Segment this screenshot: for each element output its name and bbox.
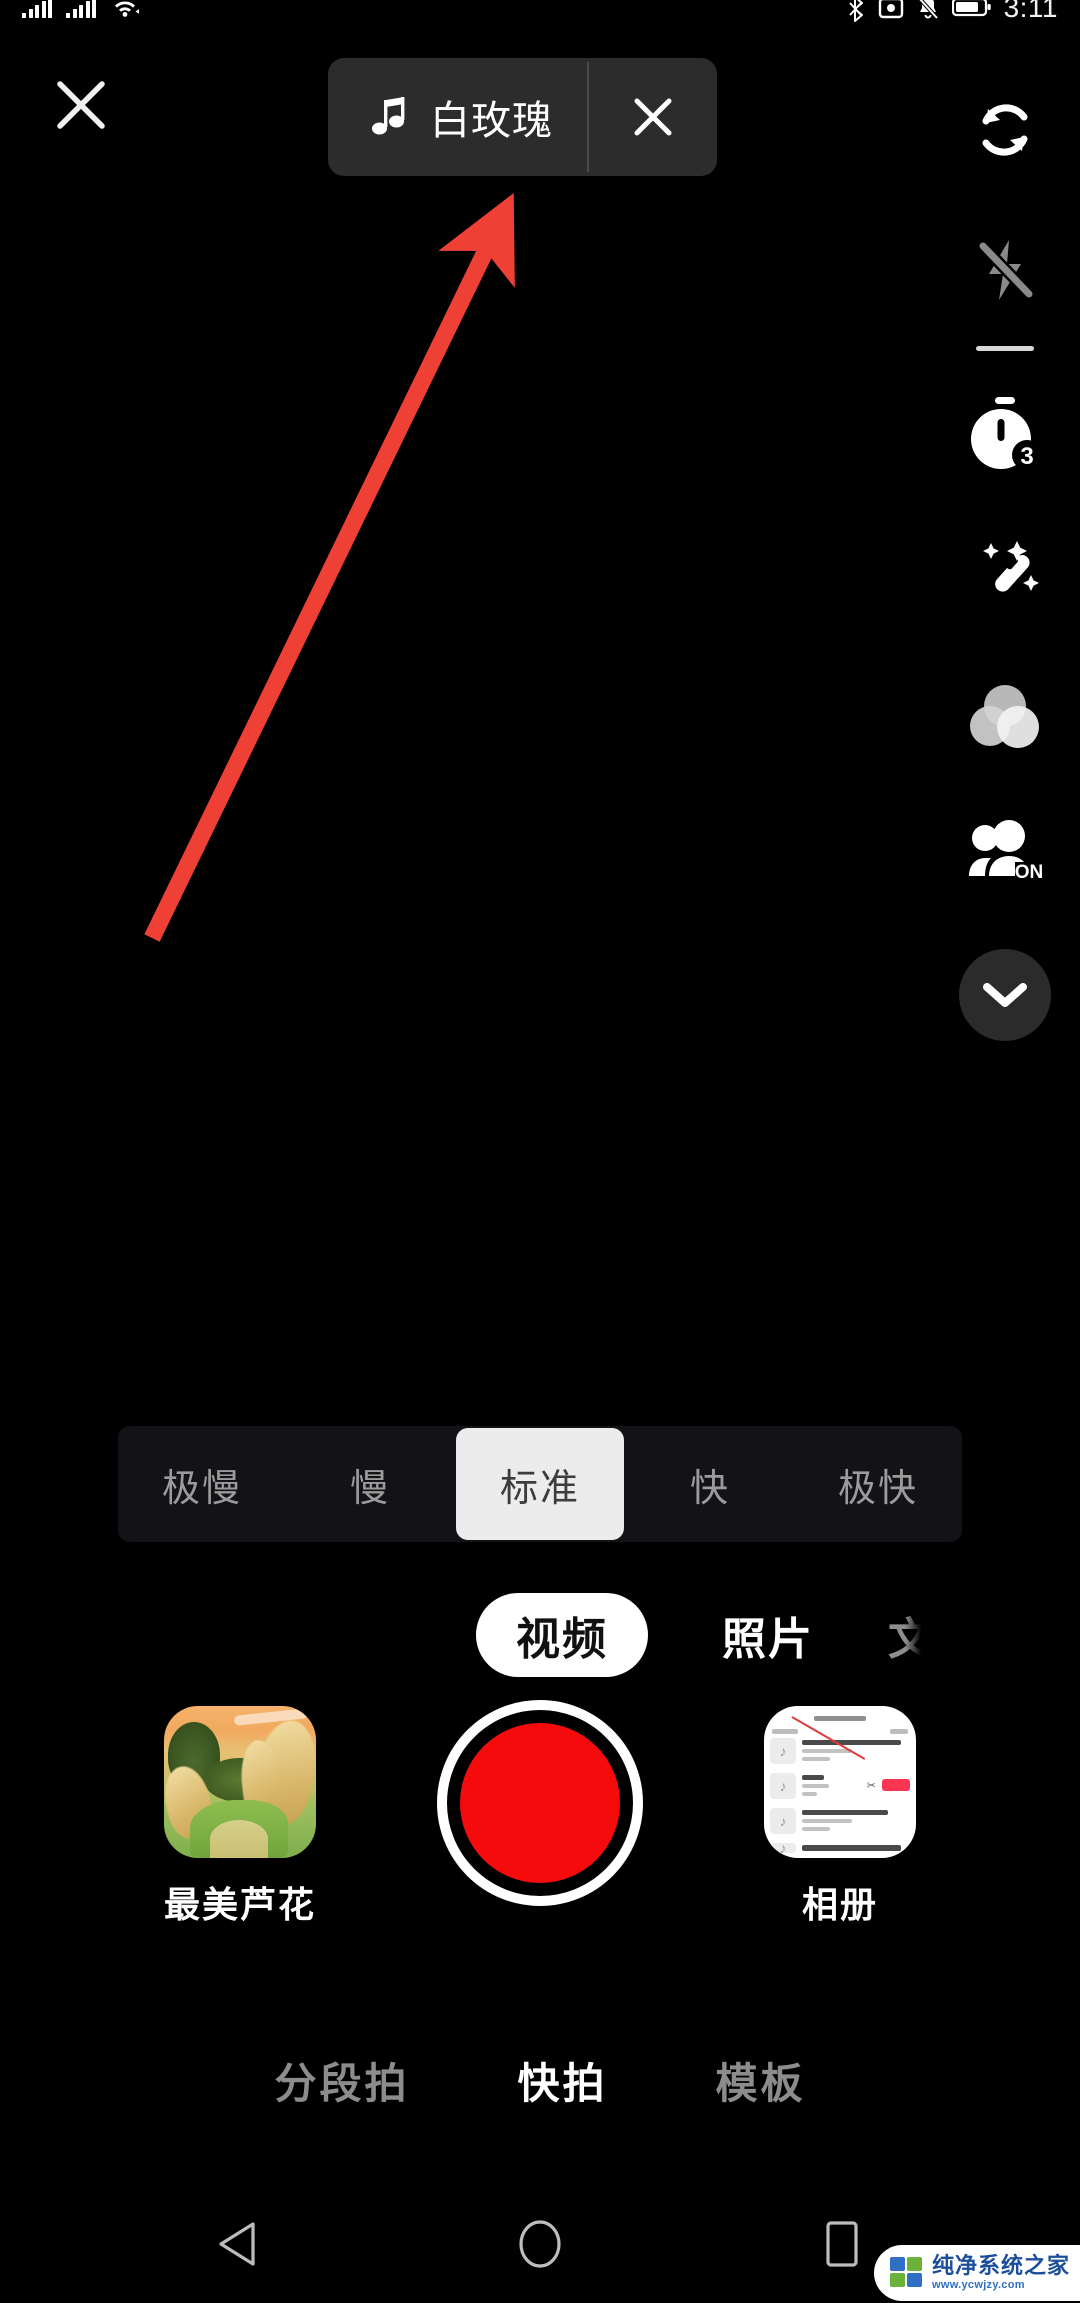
tab-video[interactable]: 视频 [476,1593,648,1677]
timer-icon: 3 [971,397,1042,470]
effect-thumbnail[interactable] [164,1706,316,1858]
camera-tools-rail: 3 ON [930,60,1080,1065]
speed-option-very-slow[interactable]: 极慢 [118,1426,286,1542]
reed-landscape-thumbnail [164,1706,316,1858]
music-title: 白玫瑰 [430,99,553,143]
capture-controls-row: 最美芦花 ✂ [0,1700,1080,2006]
watermark-url: www.ycwjzy.com [931,2279,1025,2291]
duet-toggle-button[interactable]: ON [930,785,1080,925]
album-shortcut[interactable]: ✂ 相册 [740,1706,940,1928]
flip-camera-button[interactable] [930,60,1080,200]
music-chip-main[interactable]: 白玫瑰 [328,58,587,176]
capture-mode-tabs[interactable]: 视频 照片 文 [0,1580,1080,1690]
duet-badge-value: ON [1015,862,1044,883]
recents-square-icon [826,2221,858,2267]
music-list-screenshot-thumbnail: ✂ [764,1706,916,1858]
shoot-mode-template[interactable]: 模板 [716,2050,806,2111]
effect-label: 最美芦花 [163,1884,316,1925]
remove-music-button[interactable] [589,58,717,176]
status-bar-clock: 3:11 [1003,0,1058,23]
speed-option-slow[interactable]: 慢 [286,1426,454,1542]
timer-badge-value: 3 [1020,443,1033,470]
flash-off-icon [977,240,1035,300]
home-circle-icon [519,2220,561,2268]
selected-music-chip[interactable]: 白玫瑰 [328,58,717,176]
close-icon [634,98,672,136]
screenshot-icon [878,0,904,21]
speed-option-fast[interactable]: 快 [626,1426,794,1542]
timer-button[interactable]: 3 [930,365,1080,505]
record-button[interactable] [437,1700,643,1906]
album-label: 相册 [801,1884,878,1925]
tab-photo[interactable]: 照片 [722,1603,814,1667]
status-bar: 3:11 [0,0,1080,40]
bluetooth-icon [846,0,866,23]
nav-back-button[interactable] [193,2199,283,2289]
beautify-button[interactable] [930,505,1080,645]
chevron-down-icon [983,983,1027,1007]
back-triangle-icon [219,2222,255,2266]
status-bar-left [22,0,140,40]
close-camera-button[interactable] [48,72,114,138]
battery-icon [951,0,992,19]
shoot-mode-nav[interactable]: 分段拍 快拍 模板 [0,2030,1080,2130]
record-button-inner [460,1723,620,1883]
speed-selector[interactable]: 极慢 慢 标准 快 极快 [118,1426,962,1542]
camera-capture-screen: 3:11 白玫瑰 3 ON 极慢 慢 标准 快 极快 视频 照片 文 最美芦花 … [0,0,1080,2303]
watermark-title: 纯净系统之家 [931,2253,1070,2278]
music-note-icon [372,97,405,135]
filter-circles-icon [970,685,1039,748]
wifi-icon [110,0,140,19]
collapse-circle [959,949,1051,1041]
flash-toggle-button[interactable] [930,200,1080,340]
signal-bars-icon [66,0,96,18]
shoot-mode-segmented[interactable]: 分段拍 [274,2050,409,2111]
collapse-tools-button[interactable] [930,925,1080,1065]
beauty-wand-icon [983,541,1039,592]
shoot-mode-quick[interactable]: 快拍 [517,2050,607,2111]
watermark-logo-icon [889,2257,924,2289]
bell-mute-icon [916,0,940,21]
album-thumbnail[interactable]: ✂ [764,1706,916,1858]
tab-text[interactable]: 文 [888,1603,934,1667]
watermark-text: 纯净系统之家 www.ycwjzy.com [932,2255,1070,2291]
close-icon [57,81,105,129]
effect-shortcut[interactable]: 最美芦花 [140,1706,340,1928]
flip-camera-icon [982,104,1028,156]
speed-option-very-fast[interactable]: 极快 [794,1426,962,1542]
speed-option-standard[interactable]: 标准 [456,1428,624,1540]
rail-divider [976,346,1034,351]
status-bar-right: 3:11 [846,0,1058,40]
nav-home-button[interactable] [495,2199,585,2289]
people-on-icon: ON [969,820,1044,883]
signal-bars-icon [22,0,52,18]
site-watermark: 纯净系统之家 www.ycwjzy.com [873,2245,1080,2301]
filter-button[interactable] [930,645,1080,785]
